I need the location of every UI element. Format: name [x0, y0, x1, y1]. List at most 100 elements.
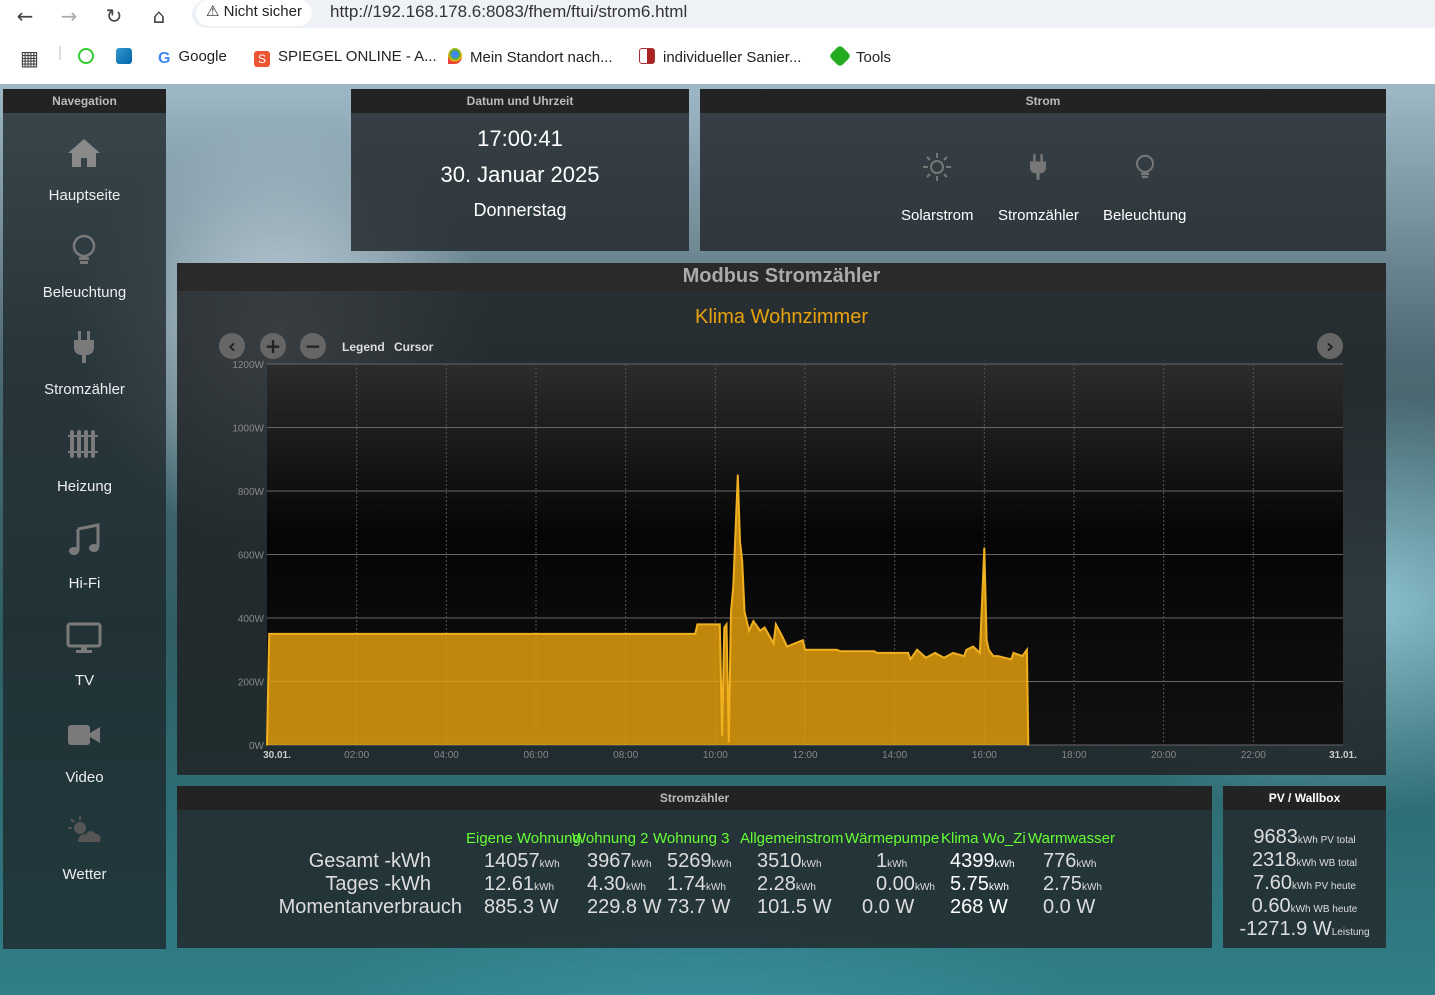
- pv-row: -1271.9 WLeistung: [1239, 918, 1370, 940]
- bookmark-wave-icon[interactable]: [116, 48, 140, 66]
- monitor-icon: [66, 622, 102, 653]
- lightbulb-icon: [72, 234, 96, 264]
- bookmark-maps[interactable]: Mein Standort nach...: [448, 48, 613, 66]
- sun-icon[interactable]: [921, 151, 953, 183]
- unit-label: kWh: [988, 882, 1009, 893]
- unit-label: kWh: [994, 859, 1015, 870]
- home-icon[interactable]: ⌂: [146, 3, 172, 29]
- bookmark-refresh-icon[interactable]: [78, 48, 102, 66]
- meter-column-header: Eigene Wohnung: [466, 830, 581, 847]
- chart-data-point: [786, 645, 788, 648]
- meter-cell-moment: 73.7 W: [667, 896, 731, 918]
- chart-data-point: [694, 633, 696, 635]
- pv-row: 7.60kWh PV heute: [1253, 872, 1356, 894]
- meter-column-header: Wohnung 2: [572, 830, 649, 847]
- chart-data-point: [268, 633, 270, 635]
- chart-x-tick-label: 02:00: [344, 750, 369, 761]
- chart-x-tick-label: 12:00: [792, 750, 817, 761]
- sidebar-item-hifi[interactable]: Hi-Fi: [3, 521, 166, 618]
- strom-item-beleuchtung[interactable]: Beleuchtung: [1103, 207, 1186, 224]
- meter-cell-moment: 101.5 W: [757, 896, 832, 918]
- strom-item-solarstrom[interactable]: Solarstrom: [901, 207, 974, 224]
- chart-x-tick-label: 16:00: [972, 750, 997, 761]
- chart-data-point: [979, 652, 981, 654]
- chart-data-point: [723, 626, 726, 629]
- chart-data-point: [732, 585, 735, 588]
- lightbulb-icon[interactable]: [1129, 151, 1161, 183]
- chart-x-tick-label: 31.01.: [1329, 750, 1357, 761]
- sidebar-item-video[interactable]: Video: [3, 715, 166, 812]
- chart-data-point: [965, 649, 968, 651]
- sanierung-icon: [639, 48, 655, 64]
- chart-y-tick-label: 800W: [238, 487, 265, 498]
- meter-cell-tages: 0.00kWh: [876, 873, 935, 895]
- browser-toolbar: ← → ↻ ⌂ ⚠ Nicht sicher http://192.168.17…: [0, 0, 1435, 34]
- chart-y-tick-label: 1200W: [232, 360, 264, 371]
- sidebar-item-label: Hi-Fi: [68, 575, 101, 592]
- strom-item-stromzaehler[interactable]: Stromzähler: [998, 207, 1079, 224]
- chart-data-point: [1026, 649, 1028, 651]
- sidebar-item-tv[interactable]: TV: [3, 618, 166, 715]
- chart-data-point: [772, 642, 775, 645]
- sidebar-item-wetter[interactable]: Wetter: [3, 812, 166, 909]
- radiator-icon: [68, 430, 98, 458]
- chart-data-point: [739, 541, 741, 543]
- sidebar-item-stromzaehler[interactable]: Stromzähler: [3, 327, 166, 424]
- warning-icon: ⚠: [206, 3, 224, 20]
- unit-label: kWh: [914, 882, 935, 893]
- back-arrow-icon[interactable]: ←: [12, 3, 38, 29]
- security-chip[interactable]: ⚠ Nicht sicher: [196, 0, 312, 26]
- strom-title: Strom: [700, 89, 1386, 113]
- chart-data-point: [737, 474, 739, 476]
- bookmark-spiegel[interactable]: S SPIEGEL ONLINE - A...: [254, 48, 437, 67]
- chart-data-point: [730, 610, 732, 613]
- plug-icon[interactable]: [1022, 151, 1054, 183]
- chart-data-point: [781, 636, 784, 638]
- forward-arrow-icon[interactable]: →: [56, 3, 82, 29]
- sidebar-item-label: Video: [65, 769, 104, 786]
- chart-data-point: [983, 547, 986, 549]
- unit-label: kWh: [711, 859, 732, 870]
- url-text[interactable]: http://192.168.178.6:8083/fhem/ftui/stro…: [330, 2, 687, 22]
- unit-label: kWh: [631, 859, 652, 870]
- chart-data-point: [759, 629, 761, 632]
- sidebar-item-hauptseite[interactable]: Hauptseite: [3, 133, 166, 230]
- meter-cell-moment: 229.8 W: [587, 896, 662, 918]
- bookmark-sanierung[interactable]: individueller Sanier...: [639, 48, 801, 66]
- chart-y-tick-label: 1000W: [232, 424, 264, 435]
- meter-cell-gesamt: 5269kWh: [667, 850, 732, 872]
- pv-title: PV / Wallbox: [1223, 786, 1386, 810]
- chart-data-point: [992, 655, 995, 657]
- meter-row-label-moment: Momentanverbrauch: [278, 896, 462, 918]
- meter-column-header: Wärmepumpe: [845, 830, 940, 847]
- chart-data-point: [840, 650, 842, 653]
- chart-data-point: [909, 658, 912, 661]
- sidebar-item-beleuchtung[interactable]: Beleuchtung: [3, 230, 166, 327]
- chart-data-point: [752, 620, 755, 622]
- chart-data-point: [1012, 652, 1015, 654]
- chart-x-tick-label: 20:00: [1151, 750, 1176, 761]
- chart-x-tick-label: 08:00: [613, 750, 638, 761]
- bookmark-tools[interactable]: Tools: [828, 44, 891, 68]
- apps-grid-icon[interactable]: ▦: [20, 46, 39, 70]
- plug-icon: [74, 331, 94, 363]
- navigation-sidebar: Navegation Hauptseite Beleuchtung Stromz…: [3, 89, 166, 949]
- chart-x-tick-label: 04:00: [434, 750, 459, 761]
- unit-label: kWh: [534, 882, 555, 893]
- meter-cell-tages: 1.74kWh: [667, 873, 726, 895]
- chart-data-point: [988, 649, 990, 651]
- pv-row: 0.60kWh WB heute: [1251, 895, 1358, 917]
- unit-label: kWh: [539, 859, 560, 870]
- pv-row: 9683kWh PV total: [1253, 826, 1356, 848]
- sidebar-item-heizung[interactable]: Heizung: [3, 424, 166, 521]
- strom-panel: Strom Solarstrom Stromzähler Beleuchtung: [700, 89, 1386, 251]
- meter-cell-gesamt: 4399kWh: [950, 850, 1015, 872]
- meter-column-header: Klima Wo_Zi: [941, 830, 1026, 847]
- meter-cell-tages: 2.28kWh: [757, 873, 816, 895]
- meter-cell-tages: 2.75kWh: [1043, 873, 1102, 895]
- home-icon: [68, 139, 100, 167]
- reload-icon[interactable]: ↻: [101, 3, 127, 29]
- unit-label: kWh: [625, 882, 646, 893]
- unit-label: kWh: [1081, 882, 1102, 893]
- bookmark-google[interactable]: G Google: [158, 48, 227, 67]
